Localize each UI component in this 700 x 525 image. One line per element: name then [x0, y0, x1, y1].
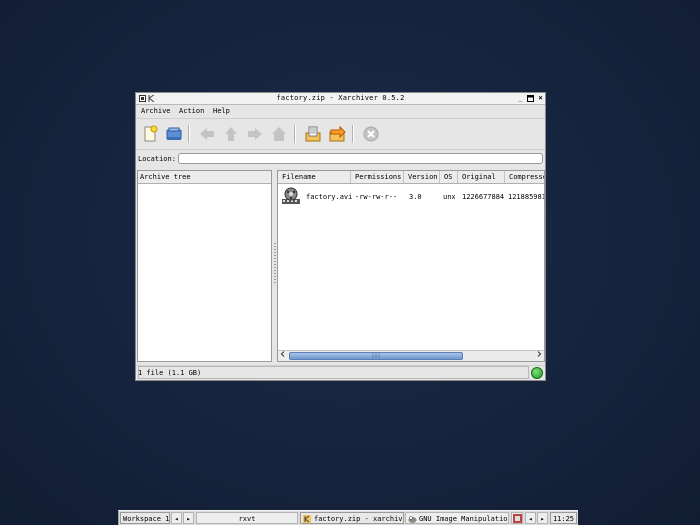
toolbar: [136, 118, 545, 150]
title-bar[interactable]: factory.zip - Xarchiver 0.5.2 _ ×: [136, 93, 545, 105]
toolbar-separator: [188, 125, 190, 143]
toolbar-separator: [294, 125, 296, 143]
cell-version: 3.0: [409, 193, 422, 201]
status-text: 1 file (1.1 GB): [138, 369, 202, 377]
open-archive-icon[interactable]: [165, 125, 183, 143]
table-row[interactable]: factory.avi -rw-rw-r-- 3.0 unx 122667788…: [278, 184, 544, 206]
task-rxvt[interactable]: rxvt: [196, 512, 298, 524]
tray-applet[interactable]: [511, 512, 523, 524]
location-input[interactable]: [178, 153, 543, 164]
cell-original: 1226677884: [462, 193, 505, 201]
maximize-button[interactable]: [527, 95, 534, 102]
cell-compressed: 1218859812: [508, 193, 544, 201]
task-xarchiver-label: factory.zip - xarchiv: [314, 515, 403, 523]
cell-permissions: -rw-rw-r--: [355, 193, 398, 201]
tray-prev-button[interactable]: ◂: [525, 512, 536, 524]
column-compressed[interactable]: Compresse: [505, 171, 544, 183]
add-icon[interactable]: [328, 125, 346, 143]
archive-tree-pane[interactable]: Archive tree: [137, 170, 272, 362]
scroll-thumb[interactable]: |||: [289, 352, 463, 360]
xarchiver-window: factory.zip - Xarchiver 0.5.2 _ × Archiv…: [135, 92, 546, 381]
menu-bar: Archive Action Help: [136, 105, 545, 117]
location-label: Location:: [138, 155, 176, 163]
home-icon[interactable]: [270, 125, 288, 143]
maximize-icon: [527, 95, 534, 102]
file-list-header: Filename Permissions Version OS Original…: [278, 171, 544, 184]
back-icon[interactable]: [198, 125, 216, 143]
up-icon[interactable]: [222, 125, 240, 143]
new-archive-icon[interactable]: [141, 125, 159, 143]
cell-filename: factory.avi: [306, 193, 353, 201]
column-permissions[interactable]: Permissions: [351, 171, 404, 183]
location-bar: Location:: [136, 151, 545, 167]
menu-archive[interactable]: Archive: [141, 107, 171, 115]
minimize-button[interactable]: _: [517, 95, 524, 102]
scroll-left-button[interactable]: [278, 351, 288, 361]
applet-icon: [513, 514, 522, 523]
task-gimp-label: GNU Image Manipulatio: [419, 515, 508, 523]
status-led-icon: [531, 367, 543, 379]
workspace-prev-button[interactable]: ◂: [171, 512, 182, 524]
column-version[interactable]: Version: [404, 171, 440, 183]
window-title: factory.zip - Xarchiver 0.5.2: [276, 94, 405, 102]
pane-splitter[interactable]: [274, 243, 276, 283]
workspace-label[interactable]: Workspace 1: [120, 512, 170, 524]
forward-icon[interactable]: [246, 125, 264, 143]
menu-action[interactable]: Action: [179, 107, 204, 115]
chevron-right-icon: [537, 351, 542, 357]
horizontal-scrollbar[interactable]: |||: [278, 350, 544, 361]
scroll-right-button[interactable]: [534, 351, 544, 361]
video-file-icon: [282, 187, 300, 204]
xarchiver-task-icon: [303, 515, 311, 523]
stop-icon[interactable]: [362, 125, 380, 143]
task-gimp[interactable]: GNU Image Manipulatio: [405, 512, 509, 524]
clock[interactable]: 11:25: [550, 512, 577, 524]
file-list-pane[interactable]: Filename Permissions Version OS Original…: [277, 170, 545, 362]
close-button[interactable]: ×: [537, 95, 544, 102]
status-bar: 1 file (1.1 GB): [136, 365, 545, 381]
column-original[interactable]: Original: [458, 171, 505, 183]
menu-help[interactable]: Help: [213, 107, 230, 115]
column-os[interactable]: OS: [440, 171, 458, 183]
column-filename[interactable]: Filename: [278, 171, 351, 183]
chevron-left-icon: [280, 351, 285, 357]
tray-next-button[interactable]: ▸: [537, 512, 548, 524]
cell-os: unx: [443, 193, 456, 201]
taskbar: Workspace 1 ◂ ▸ rxvt factory.zip - xarch…: [118, 510, 578, 525]
archive-tree-header[interactable]: Archive tree: [138, 171, 271, 184]
workspace-next-button[interactable]: ▸: [183, 512, 194, 524]
gimp-task-icon: [408, 516, 417, 523]
toolbar-separator: [352, 125, 354, 143]
extract-icon[interactable]: [304, 125, 322, 143]
task-xarchiver[interactable]: factory.zip - xarchiv: [300, 512, 404, 524]
